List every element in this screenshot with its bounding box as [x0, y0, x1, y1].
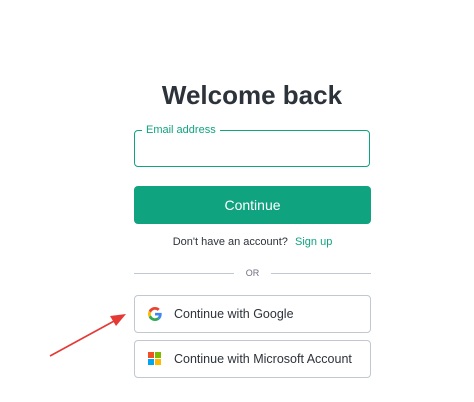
continue-with-google-button[interactable]: Continue with Google — [134, 295, 371, 333]
continue-button[interactable]: Continue — [134, 186, 371, 224]
google-icon — [148, 307, 162, 321]
no-account-text: Don't have an account? — [172, 236, 288, 248]
divider-line-left — [134, 272, 234, 274]
microsoft-button-label: Continue with Microsoft Account — [174, 352, 352, 366]
email-field[interactable]: Email address — [134, 123, 370, 167]
microsoft-icon — [148, 352, 162, 366]
page-title: Welcome back — [161, 80, 343, 110]
or-divider: OR — [134, 266, 371, 280]
divider-text: OR — [245, 268, 260, 278]
google-button-label: Continue with Google — [174, 307, 294, 321]
divider-line-right — [271, 272, 371, 274]
email-input[interactable] — [135, 131, 369, 166]
continue-with-microsoft-button[interactable]: Continue with Microsoft Account — [134, 340, 371, 378]
signup-prompt: Don't have an account? Sign up — [134, 236, 371, 248]
sign-up-link[interactable]: Sign up — [295, 236, 332, 248]
